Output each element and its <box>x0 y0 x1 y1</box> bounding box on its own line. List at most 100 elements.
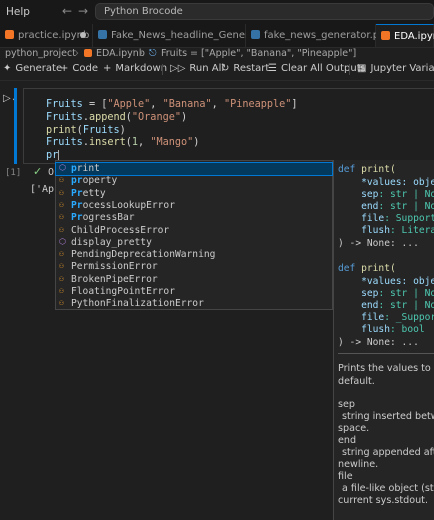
doc-text: current sys.stdout. <box>338 495 428 506</box>
suggestion-list: ⬡ print ⚇ property ⚇ Pretty ⚇ ProcessLookupErro… <box>55 160 333 310</box>
restart-label: Restart <box>233 63 270 74</box>
clear-all-outputs-button[interactable]: ☰ Clear All Outputs <box>268 63 366 74</box>
suggestion-item[interactable]: ⬡ print <box>55 161 333 177</box>
signature-2-line: flush: bool <box>338 324 425 335</box>
tab-fake-news-headline[interactable]: Fake_News_headline_Generate.py <box>93 24 281 47</box>
doc-text: default. <box>338 376 375 387</box>
doc-text: string inserted between <box>342 411 434 422</box>
param: sep <box>361 288 379 299</box>
python-file-icon <box>251 30 260 39</box>
forward-arrow-icon[interactable]: → <box>78 4 88 18</box>
signature-2-line: end: str | None <box>338 300 434 311</box>
match-rest: ocessLookupError <box>82 199 175 211</box>
class-icon: ⚇ <box>59 187 64 197</box>
sparkle-icon: ✦ <box>3 63 12 74</box>
add-code-button[interactable]: + Code <box>60 63 98 74</box>
notebook-icon <box>381 31 390 40</box>
doc-text: newline. <box>338 459 379 470</box>
plus-icon: + <box>60 63 69 74</box>
def-keyword: def <box>338 263 356 274</box>
command-center-text: Python Brocode <box>104 6 183 17</box>
match-highlight: Pr <box>71 187 83 199</box>
def-keyword: def <box>338 164 356 175</box>
suggestion-item[interactable]: ⚇ BrokenPipeError <box>56 274 332 286</box>
method-icon: ⬡ <box>59 163 66 172</box>
param: file <box>361 213 385 224</box>
run-all-icon: ▷▷ <box>170 63 186 74</box>
match-rest: ogressBar <box>82 212 135 224</box>
breadcrumb-symbol[interactable]: Fruits = ["Apple", "Banana", "Pineapple"… <box>161 48 356 59</box>
suggestion-label: Pretty <box>71 188 106 199</box>
chevron-right-icon: › <box>75 48 79 59</box>
doc-text: space. <box>338 423 370 434</box>
signature-1-line: end: str | None <box>338 201 434 212</box>
signature-1-return: ) -> None: ... <box>338 238 419 249</box>
suggestion-item[interactable]: ⚇ PermissionError <box>56 261 332 273</box>
add-markdown-button[interactable]: + Markdown <box>103 63 167 74</box>
match-highlight: pr <box>71 175 83 187</box>
success-check-icon: ✓ <box>33 165 43 178</box>
breadcrumb-folder[interactable]: python_project <box>5 48 76 59</box>
tab-eda[interactable]: EDA.ipynb <box>376 24 434 47</box>
suggestion-item[interactable]: ⚇ property <box>56 175 332 187</box>
suggestion-label: PermissionError <box>71 261 158 272</box>
match-rest: etty <box>82 187 106 199</box>
param-type: : _SupportsW <box>384 312 434 323</box>
doc-param-name: file <box>338 471 353 482</box>
signature-2-line: file: _SupportsW <box>338 312 434 323</box>
match-rest: PythonFinalizationError <box>71 298 204 310</box>
suggestion-item[interactable]: ⚇ ChildProcessError <box>56 225 332 237</box>
suggestion-label: display_pretty <box>71 237 152 248</box>
generate-button[interactable]: ✦ Generate <box>3 63 62 74</box>
suggestion-item[interactable]: ⚇ PythonFinalizationError <box>56 298 332 310</box>
doc-text: Prints the values to a stre <box>338 363 434 374</box>
class-icon: ⚇ <box>59 224 64 234</box>
suggestion-item[interactable]: ⬡ display_pretty <box>56 237 332 249</box>
run-all-button[interactable]: ▷▷ Run All <box>170 63 224 74</box>
tab-label: EDA.ipynb <box>394 31 434 42</box>
param-type: : bool <box>390 324 425 335</box>
command-center-search[interactable]: Python Brocode <box>95 3 434 20</box>
suggestion-details-panel: def print( *values: object sep: str | No… <box>333 160 434 520</box>
class-icon: ⚇ <box>59 212 64 222</box>
suggestion-label: ProcessLookupError <box>71 200 175 211</box>
tab-fake-news-generator[interactable]: fake_news_generator.py <box>246 24 385 47</box>
back-arrow-icon[interactable]: ← <box>62 4 72 18</box>
suggestion-item[interactable]: ⚇ ProcessLookupError <box>56 200 332 212</box>
table-icon: ▦ <box>357 63 367 74</box>
suggestion-item[interactable]: ⚇ PendingDeprecationWarning <box>56 249 332 261</box>
class-icon: ⚇ <box>59 261 64 271</box>
tab-practice[interactable]: practice.ipynb <box>0 24 93 47</box>
restart-icon: ↻ <box>221 63 230 74</box>
toolbar-divider <box>349 64 350 75</box>
function-name: print( <box>361 164 396 175</box>
method-icon: ⬡ <box>59 236 66 246</box>
param: file <box>361 312 385 323</box>
suggestion-item[interactable]: ⚇ FloatingPointError <box>56 286 332 298</box>
match-highlight: Pr <box>71 199 83 211</box>
execution-count: [1] <box>5 168 22 178</box>
code-line-2: Fruits.append("Orange") <box>46 112 188 123</box>
match-rest: BrokenPipeError <box>71 273 158 285</box>
match-rest: display_pretty <box>71 236 152 248</box>
variable-icon: ⎋ <box>149 48 157 59</box>
suggestion-label: print <box>71 163 100 174</box>
match-rest: PermissionError <box>71 261 158 273</box>
suggestion-item[interactable]: ⚇ Pretty <box>56 188 332 200</box>
param: *values: object <box>361 177 434 188</box>
signature-2-line: *values: object <box>338 276 434 287</box>
suggestion-item[interactable]: ⚇ ProgressBar <box>56 212 332 224</box>
param-type: : str | None <box>378 288 434 299</box>
restart-button[interactable]: ↻ Restart <box>221 63 269 74</box>
menu-help[interactable]: Help <box>6 6 30 18</box>
param: end <box>361 300 379 311</box>
jupyter-variables-button[interactable]: ▦Jupyter Variables <box>357 63 434 74</box>
generate-label: Generate <box>15 63 63 74</box>
chevron-right-icon: › <box>139 48 143 59</box>
breadcrumb-file[interactable]: EDA.ipynb <box>96 48 145 59</box>
signature-1-line: sep: str | None <box>338 189 434 200</box>
tab-label: practice.ipynb <box>18 30 90 41</box>
signature-1-def: def print( <box>338 164 396 175</box>
class-icon: ⚇ <box>59 286 64 295</box>
notebook-icon <box>84 49 92 57</box>
